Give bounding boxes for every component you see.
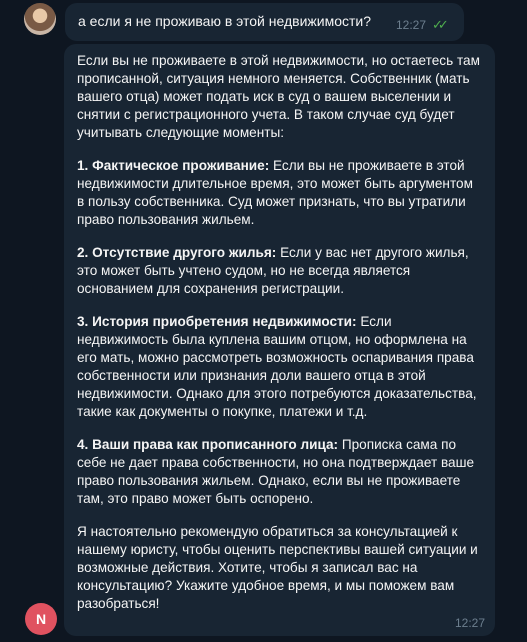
point-text: Если недвижимость была куплена вашим отц… bbox=[77, 314, 477, 419]
bot-avatar[interactable]: N bbox=[25, 603, 57, 635]
bot-message-point: 1. Фактическое проживание: Если вы не пр… bbox=[77, 157, 481, 229]
user-avatar[interactable] bbox=[24, 3, 56, 35]
point-title: 4. Ваши права как прописанного лица: bbox=[77, 437, 339, 452]
user-message-row: а если я не проживаю в этой недвижимости… bbox=[24, 3, 464, 41]
bot-message-intro: Если вы не проживаете в этой недвижимост… bbox=[77, 53, 480, 140]
user-message-meta: 12:27 ✓✓ bbox=[396, 17, 452, 33]
bot-message-bubble[interactable]: Если вы не проживаете в этой недвижимост… bbox=[64, 44, 495, 636]
point-title: 3. История приобретения недвижимости: bbox=[77, 314, 357, 329]
user-message-time: 12:27 bbox=[395, 18, 426, 32]
double-check-icon: ✓✓ bbox=[432, 17, 449, 32]
point-title: 2. Отсутствие другого жилья: bbox=[77, 245, 277, 260]
user-message-bubble[interactable]: а если я не проживаю в этой недвижимости… bbox=[65, 3, 464, 41]
bot-message-outro: Я настоятельно рекомендую обратиться за … bbox=[77, 524, 478, 611]
user-message-text: а если я не проживаю в этой недвижимости… bbox=[78, 13, 372, 29]
chat-view: а если я не проживаю в этой недвижимости… bbox=[0, 0, 527, 642]
point-title: 1. Фактическое проживание: bbox=[77, 158, 270, 173]
bot-message-point: 3. История приобретения недвижимости: Ес… bbox=[77, 313, 481, 421]
bot-message-point: 2. Отсутствие другого жилья: Если у вас … bbox=[77, 244, 481, 298]
bot-message-point: 4. Ваши права как прописанного лица: Про… bbox=[77, 436, 481, 508]
bot-message-time: 12:27 bbox=[454, 616, 485, 630]
